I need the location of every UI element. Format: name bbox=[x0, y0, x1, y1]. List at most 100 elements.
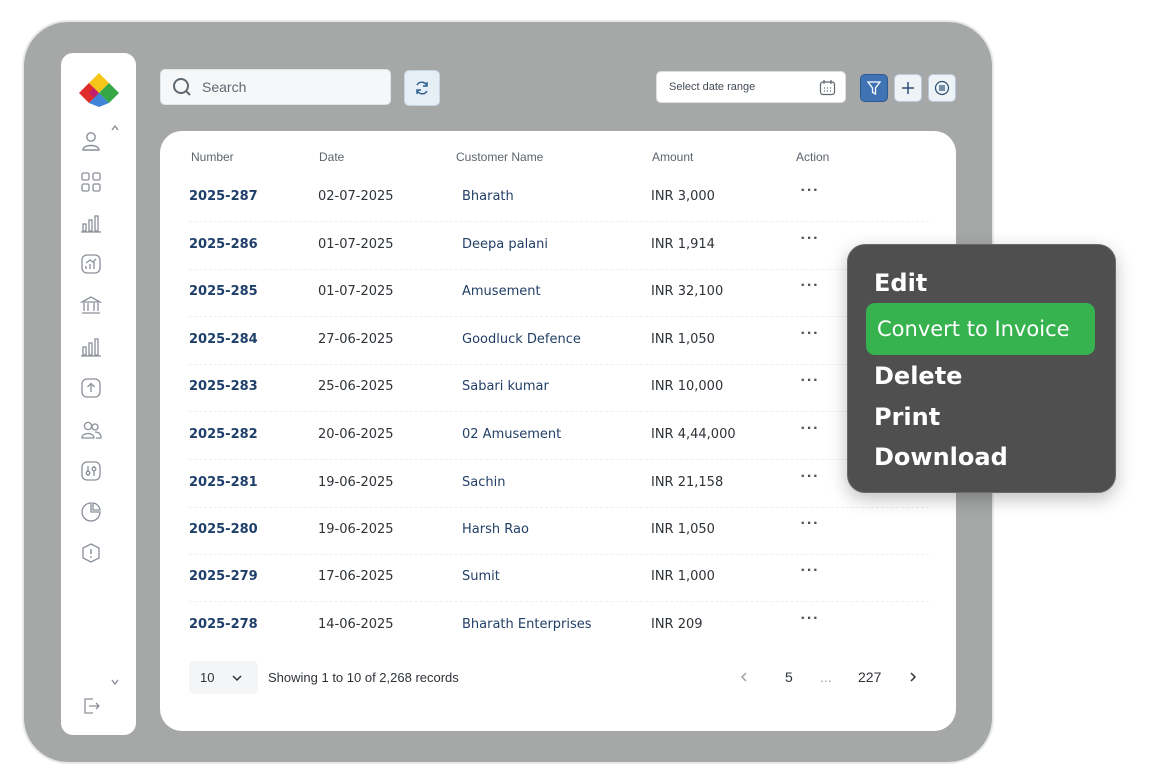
customer-name[interactable]: Amusement bbox=[462, 284, 541, 299]
quote-number[interactable]: 2025-278 bbox=[189, 617, 258, 632]
amount: INR 10,000 bbox=[651, 379, 724, 394]
brand-logo bbox=[79, 73, 119, 107]
quote-number[interactable]: 2025-285 bbox=[189, 284, 258, 299]
date-range-picker[interactable] bbox=[656, 71, 846, 103]
header-amount: Amount bbox=[652, 150, 694, 164]
more-actions-icon[interactable]: ··· bbox=[799, 468, 821, 492]
table-row[interactable]: 2025-287 02-07-2025 Bharath INR 3,000 ··… bbox=[189, 174, 929, 222]
header-customer-name: Customer Name bbox=[456, 150, 544, 164]
table-row[interactable]: 2025-284 27-06-2025 Goodluck Defence INR… bbox=[189, 317, 929, 365]
quote-number[interactable]: 2025-282 bbox=[189, 427, 258, 442]
table-row[interactable]: 2025-279 17-06-2025 Sumit INR 1,000 ··· bbox=[189, 554, 929, 602]
search-box[interactable] bbox=[160, 69, 391, 105]
users-icon[interactable] bbox=[80, 419, 102, 441]
bar-chart-alt-icon[interactable] bbox=[80, 336, 102, 358]
header-number: Number bbox=[191, 150, 234, 164]
quote-date: 19-06-2025 bbox=[318, 522, 394, 537]
customer-name[interactable]: Goodluck Defence bbox=[462, 332, 581, 347]
quote-number[interactable]: 2025-287 bbox=[189, 189, 258, 204]
more-actions-icon[interactable]: ··· bbox=[799, 515, 821, 539]
quote-number[interactable]: 2025-279 bbox=[189, 569, 258, 584]
table-row[interactable]: 2025-278 14-06-2025 Bharath Enterprises … bbox=[189, 602, 929, 649]
scroll-up-icon[interactable] bbox=[110, 123, 120, 133]
quote-date: 17-06-2025 bbox=[318, 569, 394, 584]
filter-button[interactable] bbox=[860, 74, 888, 102]
amount: INR 1,914 bbox=[651, 237, 715, 252]
add-button[interactable] bbox=[894, 74, 922, 102]
quote-number[interactable]: 2025-286 bbox=[189, 237, 258, 252]
user-icon[interactable] bbox=[80, 130, 102, 152]
customer-name[interactable]: Bharath Enterprises bbox=[462, 617, 592, 632]
menu-item-convert-to-invoice[interactable]: Convert to Invoice bbox=[866, 303, 1095, 355]
quote-date: 25-06-2025 bbox=[318, 379, 394, 394]
list-icon bbox=[934, 80, 950, 96]
page-ellipsis: ... bbox=[820, 669, 832, 685]
more-actions-icon[interactable]: ··· bbox=[799, 562, 821, 586]
next-page-icon[interactable] bbox=[906, 670, 920, 684]
alert-icon[interactable] bbox=[80, 542, 102, 564]
quote-number[interactable]: 2025-281 bbox=[189, 475, 258, 490]
trend-chart-icon[interactable] bbox=[80, 253, 102, 275]
table-row[interactable]: 2025-286 01-07-2025 Deepa palani INR 1,9… bbox=[189, 222, 929, 270]
more-actions-icon[interactable]: ··· bbox=[799, 420, 821, 444]
table-row[interactable]: 2025-283 25-06-2025 Sabari kumar INR 10,… bbox=[189, 364, 929, 412]
page-number-last[interactable]: 227 bbox=[858, 669, 881, 685]
customer-name[interactable]: Bharath bbox=[462, 189, 514, 204]
customer-name[interactable]: Sumit bbox=[462, 569, 500, 584]
quote-date: 01-07-2025 bbox=[318, 284, 394, 299]
settings-sliders-icon[interactable] bbox=[80, 460, 102, 482]
customer-name[interactable]: Sabari kumar bbox=[462, 379, 549, 394]
menu-item-download[interactable]: Download bbox=[874, 443, 1008, 471]
header-action: Action bbox=[796, 150, 830, 164]
quote-date: 19-06-2025 bbox=[318, 475, 394, 490]
table-row[interactable]: 2025-280 19-06-2025 Harsh Rao INR 1,050 … bbox=[189, 507, 929, 555]
quote-date: 02-07-2025 bbox=[318, 189, 394, 204]
scroll-down-icon[interactable] bbox=[110, 677, 120, 687]
page-number-current[interactable]: 5 bbox=[785, 669, 793, 685]
pie-chart-icon[interactable] bbox=[80, 501, 102, 523]
table-row[interactable]: 2025-285 01-07-2025 Amusement INR 32,100… bbox=[189, 269, 929, 317]
quote-number[interactable]: 2025-284 bbox=[189, 332, 258, 347]
table-row[interactable]: 2025-281 19-06-2025 Sachin INR 21,158 ··… bbox=[189, 460, 929, 508]
quote-number[interactable]: 2025-283 bbox=[189, 379, 258, 394]
menu-item-print[interactable]: Print bbox=[874, 403, 940, 431]
amount: INR 1,050 bbox=[651, 522, 715, 537]
customer-name[interactable]: Sachin bbox=[462, 475, 505, 490]
bar-chart-icon[interactable] bbox=[80, 212, 102, 234]
more-actions-icon[interactable]: ··· bbox=[799, 610, 821, 634]
customer-name[interactable]: Deepa palani bbox=[462, 237, 548, 252]
customer-name[interactable]: 02 Amusement bbox=[462, 427, 561, 442]
header-date: Date bbox=[319, 150, 345, 164]
sidebar bbox=[61, 53, 136, 735]
customer-name[interactable]: Harsh Rao bbox=[462, 522, 529, 537]
search-icon bbox=[171, 76, 193, 98]
records-card: Number Date Customer Name Amount Action … bbox=[160, 131, 956, 731]
more-actions-icon[interactable]: ··· bbox=[799, 277, 821, 301]
calendar-icon[interactable] bbox=[819, 79, 836, 96]
amount: INR 4,44,000 bbox=[651, 427, 736, 442]
amount: INR 1,000 bbox=[651, 569, 715, 584]
date-range-input[interactable] bbox=[667, 80, 811, 94]
search-input[interactable] bbox=[200, 78, 374, 96]
menu-item-edit[interactable]: Edit bbox=[874, 269, 927, 297]
refresh-button[interactable] bbox=[404, 70, 440, 106]
quote-date: 20-06-2025 bbox=[318, 427, 394, 442]
upload-icon[interactable] bbox=[80, 377, 102, 399]
page-size-select[interactable]: 10 bbox=[189, 661, 258, 694]
filter-icon bbox=[866, 81, 882, 96]
more-actions-icon[interactable]: ··· bbox=[799, 325, 821, 349]
amount: INR 32,100 bbox=[651, 284, 724, 299]
grid-icon[interactable] bbox=[80, 171, 102, 193]
logout-icon[interactable] bbox=[80, 695, 102, 717]
quote-number[interactable]: 2025-280 bbox=[189, 522, 258, 537]
table-row[interactable]: 2025-282 20-06-2025 02 Amusement INR 4,4… bbox=[189, 412, 929, 460]
list-view-button[interactable] bbox=[928, 74, 956, 102]
previous-page-icon[interactable] bbox=[737, 670, 751, 684]
bank-icon[interactable] bbox=[80, 294, 102, 316]
menu-item-delete[interactable]: Delete bbox=[874, 362, 962, 390]
more-actions-icon[interactable]: ··· bbox=[799, 230, 821, 254]
more-actions-icon[interactable]: ··· bbox=[799, 372, 821, 396]
amount: INR 1,050 bbox=[651, 332, 715, 347]
more-actions-icon[interactable]: ··· bbox=[799, 182, 821, 206]
amount: INR 3,000 bbox=[651, 189, 715, 204]
